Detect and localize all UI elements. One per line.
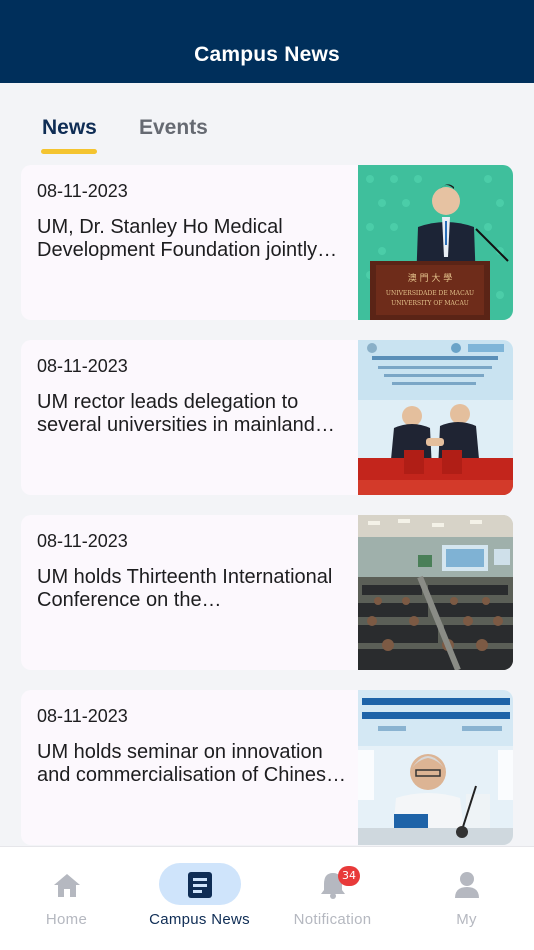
news-icon bbox=[187, 872, 212, 898]
notification-badge: 34 bbox=[338, 866, 360, 886]
news-date: 08-11-2023 bbox=[37, 181, 128, 201]
nav-my[interactable]: My bbox=[400, 847, 533, 950]
nav-notification-label: Notification bbox=[293, 911, 372, 928]
news-card[interactable]: 08-11-2023 UM, Dr. Stanley Ho Medical De… bbox=[21, 165, 513, 320]
news-title: UM holds Thirteenth International Confer… bbox=[37, 566, 333, 611]
person-icon bbox=[454, 872, 479, 898]
news-title: UM, Dr. Stanley Ho Medical Development F… bbox=[37, 216, 318, 261]
news-date: 08-11-2023 bbox=[37, 356, 128, 376]
nav-campus-news-label: Campus News bbox=[149, 911, 250, 928]
news-date: 08-11-2023 bbox=[37, 531, 128, 551]
svg-text:澳 門 大 學: 澳 門 大 學 bbox=[408, 272, 453, 284]
bottom-navigation: Home Campus News Notification My bbox=[0, 846, 534, 950]
nav-home[interactable]: Home bbox=[0, 847, 133, 950]
svg-text:UNIVERSITY OF MACAU: UNIVERSITY OF MACAU bbox=[391, 300, 469, 307]
home-icon bbox=[53, 874, 80, 897]
news-card[interactable]: 08-11-2023 UM holds Thirteenth Internati… bbox=[21, 515, 513, 670]
tab-news[interactable]: News bbox=[42, 116, 97, 140]
nav-home-label: Home bbox=[45, 911, 88, 928]
app-header: Campus News bbox=[0, 0, 534, 83]
news-date: 08-11-2023 bbox=[37, 706, 128, 726]
nav-notification[interactable]: Notification bbox=[266, 847, 399, 950]
page-title: Campus News bbox=[194, 43, 340, 66]
seminar-speaker-photo bbox=[358, 690, 513, 845]
handshake-signing-photo bbox=[358, 340, 513, 495]
nav-campus-news[interactable]: Campus News bbox=[133, 847, 266, 950]
news-card[interactable]: 08-11-2023 UM rector leads delegation to… bbox=[21, 340, 513, 495]
tab-events[interactable]: Events bbox=[139, 116, 208, 140]
news-title: UM holds seminar on innovation and comme… bbox=[37, 741, 338, 786]
news-list: 08-11-2023 UM, Dr. Stanley Ho Medical De… bbox=[21, 165, 513, 865]
svg-text:UNIVERSIDADE DE MACAU: UNIVERSIDADE DE MACAU bbox=[386, 290, 474, 297]
news-card[interactable]: 08-11-2023 UM holds seminar on innovatio… bbox=[21, 690, 513, 845]
active-tab-indicator bbox=[41, 149, 97, 154]
tab-bar: News Events bbox=[0, 83, 534, 165]
conference-hall-photo bbox=[358, 515, 513, 670]
nav-my-label: My bbox=[456, 911, 477, 928]
news-title: UM rector leads delegation to several un… bbox=[37, 391, 315, 436]
speaker-at-podium-photo: 澳 門 大 學 UNIVERSIDADE DE MACAU UNIVERSITY… bbox=[358, 165, 513, 320]
